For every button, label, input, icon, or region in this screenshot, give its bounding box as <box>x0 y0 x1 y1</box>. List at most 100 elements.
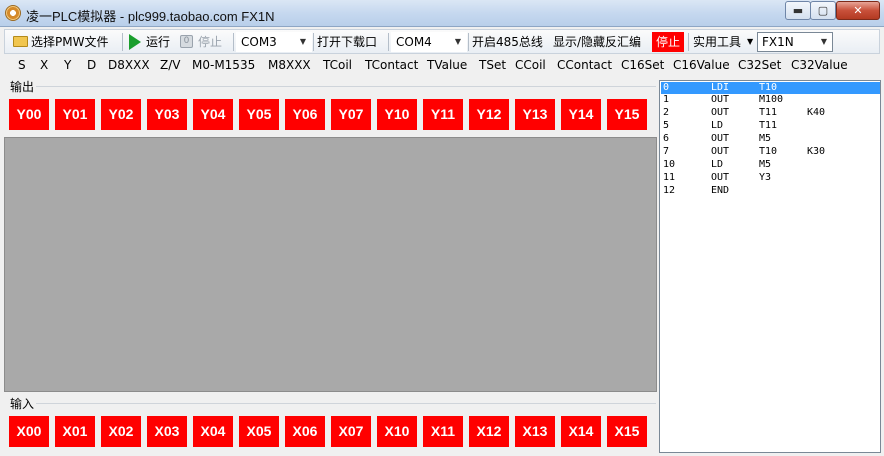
toggle-decompile-button[interactable]: 显示/隐藏反汇编 <box>553 33 641 51</box>
toolbar-separator <box>122 33 123 51</box>
input-x10[interactable]: X10 <box>377 416 417 447</box>
com-port2-select[interactable]: COM4 ▼ <box>391 32 467 52</box>
menu-item-tset[interactable]: TSet <box>479 58 506 72</box>
instruction-row[interactable]: 2 OUT T11 K40 <box>661 107 880 119</box>
menu-item-m8xxx[interactable]: M8XXX <box>268 58 311 72</box>
operand: M5 <box>759 133 772 144</box>
input-x04[interactable]: X04 <box>193 416 233 447</box>
input-x14[interactable]: X14 <box>561 416 601 447</box>
chevron-down-icon: ▼ <box>747 37 754 46</box>
input-x13[interactable]: X13 <box>515 416 555 447</box>
operand: T11 <box>759 120 778 131</box>
choose-file-label: 选择PMW文件 <box>31 35 109 49</box>
tools-menu-button[interactable]: 实用工具 <box>693 33 741 51</box>
input-x06[interactable]: X06 <box>285 416 325 447</box>
instruction-list[interactable]: 0 LDI T10 1 OUT M100 2 OUT T11 K40 5 LD … <box>659 80 881 453</box>
model-select[interactable]: FX1N ▼ <box>757 32 833 52</box>
opcode: OUT <box>711 172 730 183</box>
input-x05[interactable]: X05 <box>239 416 279 447</box>
operand: Y3 <box>759 172 772 183</box>
operand: M100 <box>759 94 784 105</box>
input-x03[interactable]: X03 <box>147 416 187 447</box>
step-number: 6 <box>663 133 670 144</box>
ladder-canvas[interactable] <box>4 137 657 392</box>
menu-item-y[interactable]: Y <box>64 58 71 72</box>
instruction-row[interactable]: 0 LDI T10 <box>661 82 880 94</box>
operand: T10 <box>759 146 778 157</box>
menu-item-tvalue[interactable]: TValue <box>427 58 467 72</box>
output-y11[interactable]: Y11 <box>423 99 463 130</box>
opcode: LDI <box>711 82 730 93</box>
input-divider <box>36 403 656 404</box>
menu-item-tcontact[interactable]: TContact <box>365 58 418 72</box>
menu-item-ccoil[interactable]: CCoil <box>515 58 546 72</box>
menu-item-c32set[interactable]: C32Set <box>738 58 781 72</box>
output-y07[interactable]: Y07 <box>331 99 371 130</box>
play-icon <box>129 34 141 50</box>
output-y13[interactable]: Y13 <box>515 99 555 130</box>
chevron-down-icon: ▼ <box>454 37 461 46</box>
output-y01[interactable]: Y01 <box>55 99 95 130</box>
output-y12[interactable]: Y12 <box>469 99 509 130</box>
menu-item-m0-m1535[interactable]: M0-M1535 <box>192 58 255 72</box>
instruction-row[interactable]: 11 OUT Y3 <box>661 172 880 184</box>
output-y15[interactable]: Y15 <box>607 99 647 130</box>
instruction-row[interactable]: 5 LD T11 <box>661 120 880 132</box>
instruction-row[interactable]: 1 OUT M100 <box>661 94 880 106</box>
instruction-row[interactable]: 12 END <box>661 185 880 197</box>
instruction-row[interactable]: 6 OUT M5 <box>661 133 880 145</box>
title-bar: 凌一PLC模拟器 - plc999.taobao.com FX1N ▬ ▢ ✕ <box>0 0 884 27</box>
open-485-button[interactable]: 开启485总线 <box>472 33 543 51</box>
toolbar-separator <box>388 33 389 51</box>
device-menu: S X Y D D8XXX Z/V M0-M1535 M8XXX TCoil T… <box>0 56 884 76</box>
menu-item-c16value[interactable]: C16Value <box>673 58 730 72</box>
menu-item-c32value[interactable]: C32Value <box>791 58 848 72</box>
com-port-value: COM3 <box>241 35 277 49</box>
instruction-row[interactable]: 7 OUT T10 K30 <box>661 146 880 158</box>
open-download-button[interactable]: 打开下载口 <box>317 33 377 51</box>
input-x15[interactable]: X15 <box>607 416 647 447</box>
minimize-button[interactable]: ▬ <box>785 1 811 20</box>
input-x01[interactable]: X01 <box>55 416 95 447</box>
menu-item-zv[interactable]: Z/V <box>160 58 180 72</box>
toolbar-separator <box>688 33 689 51</box>
toolbar-separator <box>468 33 469 51</box>
output-y00[interactable]: Y00 <box>9 99 49 130</box>
stop-button[interactable]: 停止 <box>652 32 684 52</box>
chevron-down-icon: ▼ <box>299 37 306 46</box>
output-label: 输出 <box>10 80 35 94</box>
menu-item-d8xxx[interactable]: D8XXX <box>108 58 150 72</box>
opcode: END <box>711 185 730 196</box>
output-y02[interactable]: Y02 <box>101 99 141 130</box>
maximize-button[interactable]: ▢ <box>810 1 836 20</box>
output-y06[interactable]: Y06 <box>285 99 325 130</box>
output-y10[interactable]: Y10 <box>377 99 417 130</box>
input-x12[interactable]: X12 <box>469 416 509 447</box>
input-x07[interactable]: X07 <box>331 416 371 447</box>
menu-item-ccontact[interactable]: CContact <box>557 58 612 72</box>
window-title: 凌一PLC模拟器 - plc999.taobao.com FX1N <box>26 9 275 24</box>
input-x11[interactable]: X11 <box>423 416 463 447</box>
instruction-row[interactable]: 10 LD M5 <box>661 159 880 171</box>
menu-item-c16set[interactable]: C16Set <box>621 58 664 72</box>
menu-item-s[interactable]: S <box>18 58 26 72</box>
output-y03[interactable]: Y03 <box>147 99 187 130</box>
menu-item-x[interactable]: X <box>40 58 48 72</box>
toolbar-separator <box>233 33 234 51</box>
opcode: LD <box>711 120 724 131</box>
input-label: 输入 <box>10 397 35 411</box>
folder-icon <box>13 36 28 47</box>
com-port2-value: COM4 <box>396 35 432 49</box>
output-y14[interactable]: Y14 <box>561 99 601 130</box>
menu-item-d[interactable]: D <box>87 58 96 72</box>
chevron-down-icon: ▼ <box>820 37 827 46</box>
com-port-select[interactable]: COM3 ▼ <box>236 32 312 52</box>
output-y04[interactable]: Y04 <box>193 99 233 130</box>
output-y05[interactable]: Y05 <box>239 99 279 130</box>
stop-icon: 0 <box>180 35 193 48</box>
input-x00[interactable]: X00 <box>9 416 49 447</box>
menu-item-tcoil[interactable]: TCoil <box>323 58 352 72</box>
input-x02[interactable]: X02 <box>101 416 141 447</box>
close-button[interactable]: ✕ <box>836 1 880 20</box>
opcode: OUT <box>711 146 730 157</box>
